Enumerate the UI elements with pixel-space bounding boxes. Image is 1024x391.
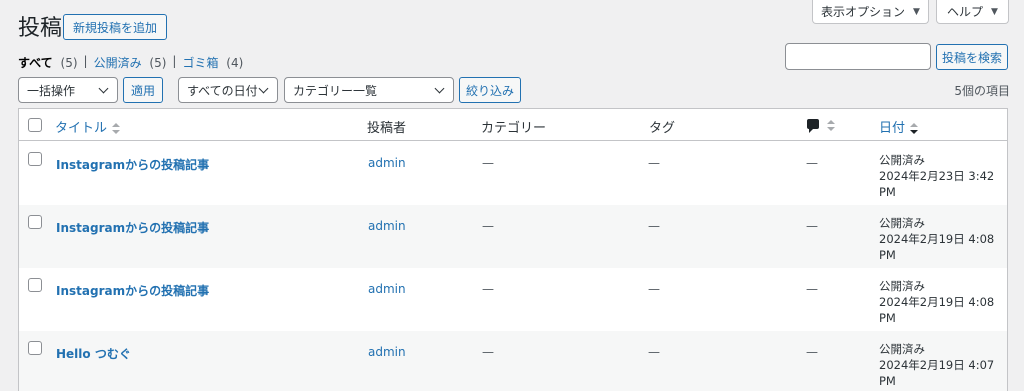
post-title-link[interactable]: Hello つむぐ xyxy=(56,345,131,362)
comments-cell: — xyxy=(806,345,818,359)
chevron-down-icon xyxy=(99,85,109,95)
view-all-label: すべて xyxy=(18,56,53,70)
comments-cell: — xyxy=(806,156,818,170)
date-cell: 公開済み 2024年2月19日 4:08 PM xyxy=(879,278,999,326)
column-tags-header: タグ xyxy=(649,121,676,136)
help-tab[interactable]: ヘルプ ▼ xyxy=(936,0,1009,24)
view-all[interactable]: すべて (5) xyxy=(18,54,78,71)
views-separator: | xyxy=(83,54,88,68)
caret-down-icon: ▼ xyxy=(913,6,920,17)
view-trash-label: ゴミ箱 xyxy=(182,56,219,70)
date-cell: 公開済み 2024年2月23日 3:42 PM xyxy=(879,152,999,200)
post-date-ampm: PM xyxy=(879,311,896,325)
column-author-header: 投稿者 xyxy=(367,121,407,136)
row-checkbox[interactable] xyxy=(28,278,42,292)
view-published[interactable]: 公開済み (5) xyxy=(94,54,167,71)
row-checkbox[interactable] xyxy=(28,341,42,355)
post-status: 公開済み xyxy=(879,153,925,167)
categories-cell: — xyxy=(482,156,494,170)
category-filter-selected: カテゴリー一覧 xyxy=(293,83,378,98)
table-row: Hello つむぐ admin — — — 公開済み 2024年2月19日 4:… xyxy=(19,331,1007,391)
column-date-header[interactable]: 日付 xyxy=(879,117,919,136)
row-checkbox[interactable] xyxy=(28,152,42,166)
screen-options-tab[interactable]: 表示オプション ▼ xyxy=(812,0,929,24)
table-row: Instagramからの投稿記事 admin — — — 公開済み 2024年2… xyxy=(19,142,1007,205)
author-link[interactable]: admin xyxy=(368,345,406,359)
page-title: 投稿 xyxy=(18,16,63,41)
date-cell: 公開済み 2024年2月19日 4:07 PM xyxy=(879,341,999,389)
post-status: 公開済み xyxy=(879,216,925,230)
comment-icon[interactable] xyxy=(807,119,819,133)
table-header: タイトル 投稿者 カテゴリー タグ 日付 xyxy=(19,109,1007,141)
post-date: 2024年2月19日 4:08 xyxy=(879,295,995,309)
sort-icon[interactable] xyxy=(827,120,835,132)
categories-cell: — xyxy=(482,282,494,296)
column-date-label: 日付 xyxy=(879,121,906,136)
bulk-actions-selected: 一括操作 xyxy=(27,83,76,98)
post-date-ampm: PM xyxy=(879,248,896,262)
views-separator: | xyxy=(172,54,177,68)
post-status: 公開済み xyxy=(879,342,925,356)
post-date-ampm: PM xyxy=(879,185,896,199)
posts-table: タイトル 投稿者 カテゴリー タグ 日付 Instagramからの投稿記事 ad… xyxy=(18,108,1008,391)
tags-cell: — xyxy=(648,219,660,233)
comments-cell: — xyxy=(806,282,818,296)
post-title-link[interactable]: Instagramからの投稿記事 xyxy=(56,282,209,299)
select-all-checkbox[interactable] xyxy=(28,118,42,132)
post-date: 2024年2月19日 4:08 xyxy=(879,232,995,246)
filter-button[interactable]: 絞り込み xyxy=(459,77,521,103)
table-row: Instagramからの投稿記事 admin — — — 公開済み 2024年2… xyxy=(19,268,1007,331)
post-date: 2024年2月19日 4:07 xyxy=(879,358,995,372)
view-published-count: (5) xyxy=(149,56,167,70)
post-status: 公開済み xyxy=(879,279,925,293)
help-label: ヘルプ xyxy=(947,5,984,19)
screen-options-label: 表示オプション xyxy=(821,5,906,19)
author-link[interactable]: admin xyxy=(368,282,406,296)
item-count: 5個の項目 xyxy=(954,84,1010,98)
view-all-count: (5) xyxy=(60,56,78,70)
view-trash-count: (4) xyxy=(226,56,244,70)
bulk-actions-select[interactable]: 一括操作 xyxy=(18,77,118,103)
add-new-post-button[interactable]: 新規投稿を追加 xyxy=(63,14,168,40)
search-posts-button[interactable]: 投稿を検索 xyxy=(936,44,1008,70)
post-title-link[interactable]: Instagramからの投稿記事 xyxy=(56,219,209,236)
tags-cell: — xyxy=(648,156,660,170)
date-filter-select[interactable]: すべての日付 xyxy=(178,77,278,103)
tags-cell: — xyxy=(648,345,660,359)
sort-desc-icon xyxy=(910,122,919,135)
sort-icon xyxy=(112,122,121,135)
column-title-label: タイトル xyxy=(55,121,108,136)
post-date: 2024年2月23日 3:42 xyxy=(879,169,995,183)
column-title-header[interactable]: タイトル xyxy=(55,117,121,136)
caret-down-icon: ▼ xyxy=(991,6,998,17)
date-filter-selected: すべての日付 xyxy=(187,83,258,98)
post-date-ampm: PM xyxy=(879,374,896,388)
categories-cell: — xyxy=(482,345,494,359)
status-views: すべて (5) | 公開済み (5) | ゴミ箱 (4) xyxy=(18,54,243,71)
chevron-down-icon xyxy=(435,85,445,95)
apply-button[interactable]: 適用 xyxy=(123,77,163,103)
row-checkbox[interactable] xyxy=(28,215,42,229)
category-filter-select[interactable]: カテゴリー一覧 xyxy=(284,77,454,103)
date-cell: 公開済み 2024年2月19日 4:08 PM xyxy=(879,215,999,263)
view-published-label: 公開済み xyxy=(93,56,142,70)
view-trash[interactable]: ゴミ箱 (4) xyxy=(182,54,243,71)
comments-cell: — xyxy=(806,219,818,233)
chevron-down-icon xyxy=(259,85,269,95)
search-input[interactable] xyxy=(785,43,931,70)
post-title-link[interactable]: Instagramからの投稿記事 xyxy=(56,156,209,173)
tags-cell: — xyxy=(648,282,660,296)
column-categories-header: カテゴリー xyxy=(481,121,547,136)
categories-cell: — xyxy=(482,219,494,233)
table-row: Instagramからの投稿記事 admin — — — 公開済み 2024年2… xyxy=(19,205,1007,268)
author-link[interactable]: admin xyxy=(368,156,406,170)
author-link[interactable]: admin xyxy=(368,219,406,233)
